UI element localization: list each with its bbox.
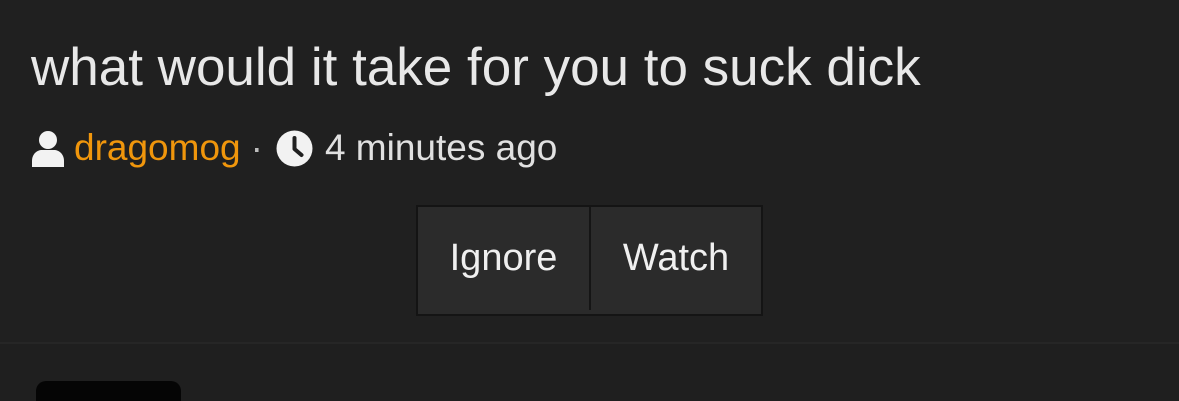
user-icon (31, 130, 65, 167)
thread-title: what would it take for you to suck dick (31, 38, 921, 97)
thread-actions: Ignore Watch (416, 205, 763, 316)
meta-separator: · (250, 127, 263, 168)
post-avatar (36, 381, 181, 401)
watch-button[interactable]: Watch (591, 207, 761, 310)
clock-icon (276, 130, 313, 167)
thread-header: what would it take for you to suck dick … (0, 0, 1179, 342)
ignore-button[interactable]: Ignore (418, 207, 591, 310)
author-link[interactable]: dragomog (74, 127, 241, 169)
post-time: 4 minutes ago (324, 127, 558, 168)
thread-meta: dragomog · 4 minutes ago (31, 124, 557, 172)
